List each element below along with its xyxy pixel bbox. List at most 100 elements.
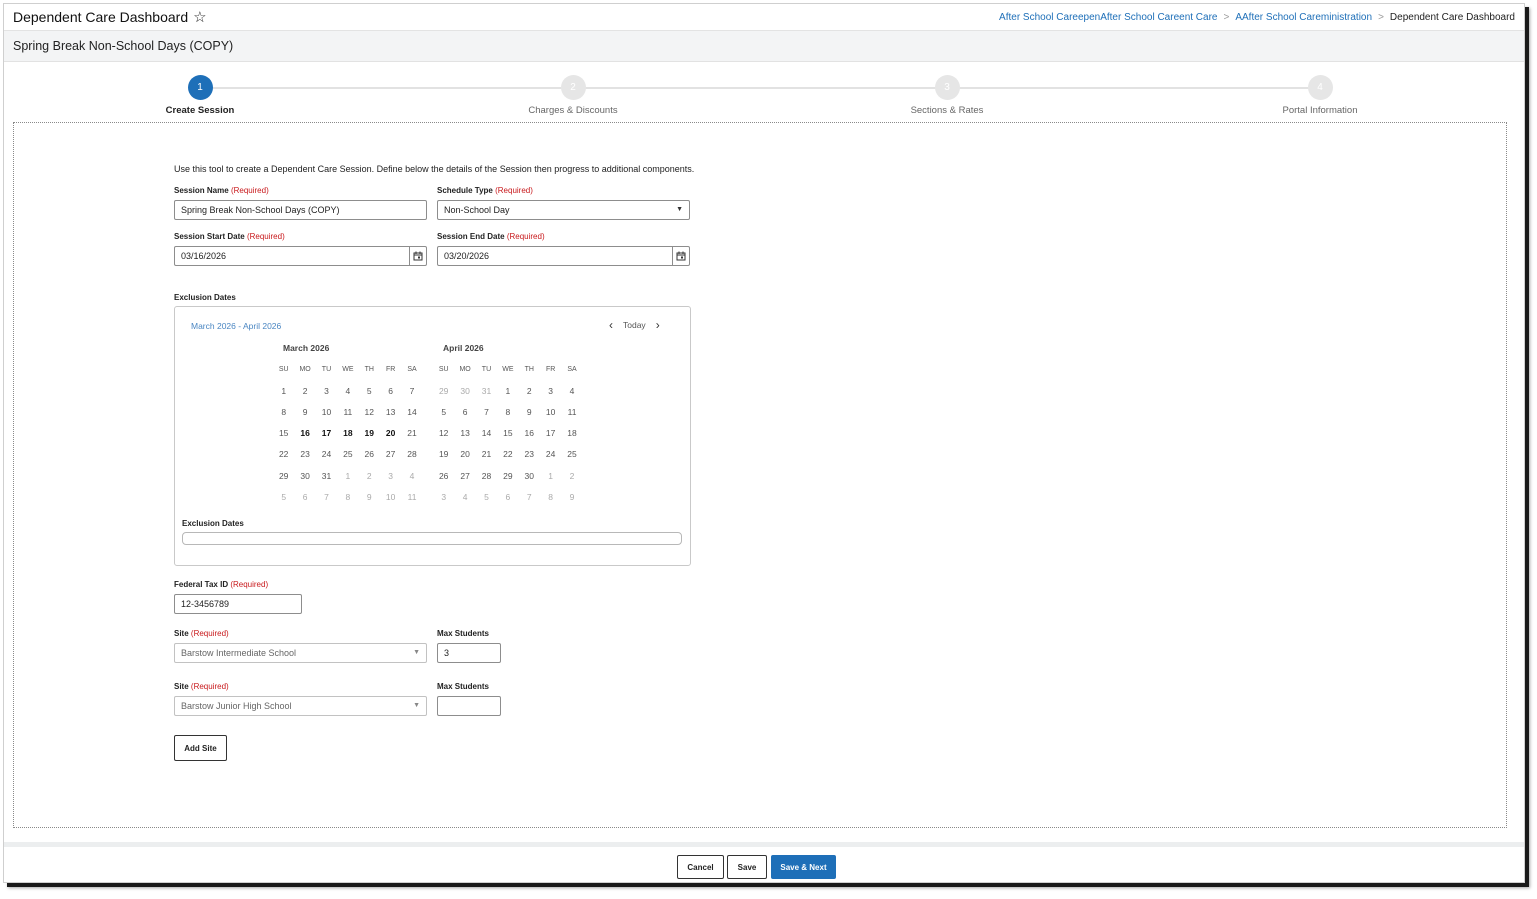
calendar-day[interactable]: 25 <box>561 444 582 465</box>
calendar-day[interactable]: 17 <box>540 423 561 444</box>
calendar-day[interactable]: 22 <box>273 444 294 465</box>
calendar-day[interactable]: 19 <box>359 423 380 444</box>
calendar-day[interactable]: 31 <box>316 465 337 486</box>
calendar-day[interactable]: 29 <box>497 465 518 486</box>
calendar-day[interactable]: 1 <box>497 380 518 401</box>
calendar-day[interactable]: 2 <box>561 465 582 486</box>
save-and-next-button[interactable]: Save & Next <box>771 855 836 879</box>
calendar-day[interactable]: 15 <box>273 423 294 444</box>
breadcrumb-link-after-school-care[interactable]: After School CareepenAfter School Careen… <box>999 12 1217 23</box>
calendar-day[interactable]: 4 <box>337 380 358 401</box>
calendar-day[interactable]: 27 <box>380 444 401 465</box>
calendar-day[interactable]: 16 <box>294 423 315 444</box>
calendar-day[interactable]: 26 <box>359 444 380 465</box>
step-charges-discounts[interactable]: 2 Charges & Discounts <box>493 75 653 116</box>
calendar-day[interactable]: 25 <box>337 444 358 465</box>
calendar-day[interactable]: 20 <box>454 444 475 465</box>
calendar-day[interactable]: 5 <box>433 401 454 422</box>
end-date-input[interactable]: 03/20/2026 <box>437 246 690 266</box>
calendar-day[interactable]: 8 <box>540 486 561 507</box>
calendar-day[interactable]: 3 <box>380 465 401 486</box>
start-date-input[interactable]: 03/16/2026 <box>174 246 427 266</box>
calendar-day[interactable]: 11 <box>337 401 358 422</box>
calendar-day[interactable]: 9 <box>294 401 315 422</box>
federal-tax-id-input[interactable]: 12-3456789 <box>174 594 302 614</box>
calendar-day[interactable]: 13 <box>454 423 475 444</box>
calendar-day[interactable]: 11 <box>401 486 422 507</box>
calendar-day[interactable]: 3 <box>316 380 337 401</box>
calendar-day[interactable]: 18 <box>561 423 582 444</box>
calendar-day[interactable]: 24 <box>316 444 337 465</box>
calendar-day[interactable]: 9 <box>561 486 582 507</box>
calendar-day[interactable]: 12 <box>433 423 454 444</box>
add-site-button[interactable]: Add Site <box>174 735 227 761</box>
calendar-day[interactable]: 15 <box>497 423 518 444</box>
calendar-day[interactable]: 10 <box>540 401 561 422</box>
calendar-day[interactable]: 9 <box>359 486 380 507</box>
calendar-day[interactable]: 5 <box>359 380 380 401</box>
max-students-input[interactable]: 3 <box>437 643 501 663</box>
calendar-day[interactable]: 8 <box>337 486 358 507</box>
calendar-day[interactable]: 30 <box>454 380 475 401</box>
calendar-day[interactable]: 28 <box>401 444 422 465</box>
calendar-day[interactable]: 21 <box>401 423 422 444</box>
calendar-day[interactable]: 3 <box>433 486 454 507</box>
step-create-session[interactable]: 1 Create Session <box>120 75 280 116</box>
calendar-day[interactable]: 8 <box>273 401 294 422</box>
chevron-right-icon[interactable]: › <box>656 319 660 331</box>
calendar-day[interactable]: 27 <box>454 465 475 486</box>
calendar-day[interactable]: 19 <box>433 444 454 465</box>
breadcrumb-link-administration[interactable]: AAfter School Careministration <box>1235 12 1372 23</box>
calendar-day[interactable]: 21 <box>476 444 497 465</box>
calendar-day[interactable]: 7 <box>476 401 497 422</box>
calendar-icon[interactable] <box>672 247 689 265</box>
calendar-day[interactable]: 4 <box>454 486 475 507</box>
calendar-day[interactable]: 23 <box>294 444 315 465</box>
calendar-day[interactable]: 30 <box>294 465 315 486</box>
calendar-day[interactable]: 7 <box>401 380 422 401</box>
chevron-left-icon[interactable]: ‹ <box>609 319 613 331</box>
cancel-button[interactable]: Cancel <box>677 855 724 879</box>
calendar-day[interactable]: 20 <box>380 423 401 444</box>
session-name-input[interactable]: Spring Break Non-School Days (COPY) <box>174 200 427 220</box>
calendar-day[interactable]: 28 <box>476 465 497 486</box>
site-select[interactable]: Barstow Intermediate School ▼ <box>174 643 427 663</box>
calendar-day[interactable]: 1 <box>540 465 561 486</box>
calendar-day[interactable]: 31 <box>476 380 497 401</box>
schedule-type-select[interactable]: Non-School Day ▼ <box>437 200 690 220</box>
calendar-day[interactable]: 29 <box>273 465 294 486</box>
calendar-day[interactable]: 4 <box>401 465 422 486</box>
save-button[interactable]: Save <box>727 855 767 879</box>
calendar-day[interactable]: 2 <box>519 380 540 401</box>
today-button[interactable]: Today <box>623 320 646 330</box>
calendar-day[interactable]: 11 <box>561 401 582 422</box>
calendar-day[interactable]: 10 <box>316 401 337 422</box>
calendar-day[interactable]: 7 <box>519 486 540 507</box>
calendar-day[interactable]: 18 <box>337 423 358 444</box>
site-select[interactable]: Barstow Junior High School ▼ <box>174 696 427 716</box>
calendar-day[interactable]: 24 <box>540 444 561 465</box>
step-portal-information[interactable]: 4 Portal Information <box>1240 75 1400 116</box>
calendar-day[interactable]: 6 <box>454 401 475 422</box>
max-students-input[interactable] <box>437 696 501 716</box>
calendar-day[interactable]: 3 <box>540 380 561 401</box>
calendar-day[interactable]: 23 <box>519 444 540 465</box>
calendar-day[interactable]: 5 <box>476 486 497 507</box>
calendar-day[interactable]: 2 <box>294 380 315 401</box>
calendar-day[interactable]: 30 <box>519 465 540 486</box>
calendar-day[interactable]: 8 <box>497 401 518 422</box>
calendar-day[interactable]: 17 <box>316 423 337 444</box>
calendar-day[interactable]: 6 <box>294 486 315 507</box>
exclusion-dates-input[interactable] <box>182 532 682 545</box>
calendar-day[interactable]: 10 <box>380 486 401 507</box>
calendar-day[interactable]: 14 <box>476 423 497 444</box>
calendar-day[interactable]: 7 <box>316 486 337 507</box>
calendar-day[interactable]: 22 <box>497 444 518 465</box>
calendar-day[interactable]: 4 <box>561 380 582 401</box>
step-sections-rates[interactable]: 3 Sections & Rates <box>867 75 1027 116</box>
calendar-day[interactable]: 16 <box>519 423 540 444</box>
calendar-day[interactable]: 9 <box>519 401 540 422</box>
calendar-day[interactable]: 6 <box>497 486 518 507</box>
calendar-icon[interactable] <box>409 247 426 265</box>
calendar-day[interactable]: 6 <box>380 380 401 401</box>
